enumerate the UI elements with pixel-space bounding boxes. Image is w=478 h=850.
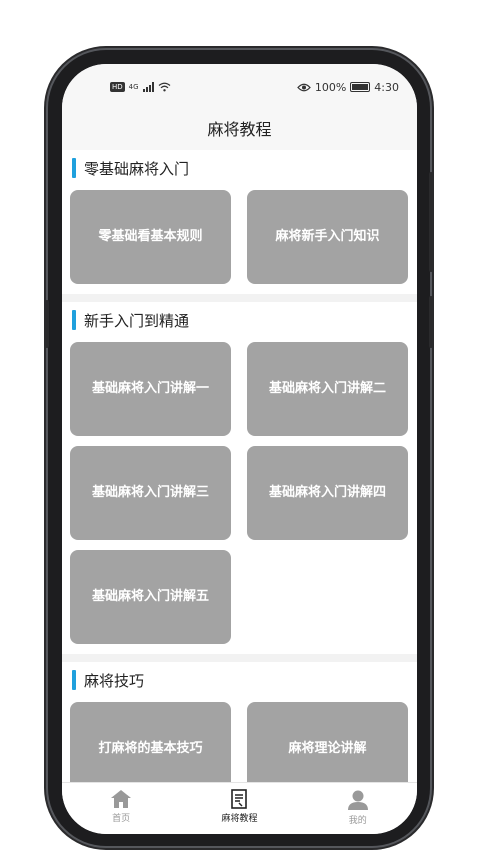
volume-button — [45, 300, 49, 348]
eye-icon — [297, 83, 311, 91]
side-button — [429, 172, 433, 272]
user-icon — [347, 790, 368, 810]
section-title: 零基础麻将入门 — [84, 159, 190, 178]
clock: 4:30 — [374, 80, 399, 94]
tab-mine[interactable]: 我的 — [313, 789, 403, 826]
card-label: 基础麻将入门讲解一 — [92, 381, 210, 396]
card-label: 基础麻将入门讲解五 — [92, 589, 210, 604]
tutorial-card[interactable]: 打麻将的基本技巧 — [70, 702, 231, 782]
home-icon — [111, 790, 132, 808]
tab-tutorial[interactable]: 麻将教程 — [194, 789, 284, 824]
section-accent-bar — [72, 310, 76, 330]
section-accent-bar — [72, 670, 76, 690]
card-label: 零基础看基本规则 — [98, 229, 203, 244]
tutorial-card[interactable]: 零基础看基本规则 — [70, 190, 231, 284]
screen: HD 4G 100% 4:30 麻将教程 零基础麻将入门 零基础看基本规则 麻将… — [62, 64, 417, 834]
tutorial-card[interactable]: 基础麻将入门讲解四 — [247, 446, 408, 540]
battery-icon — [350, 82, 371, 92]
section-tips: 麻将技巧 打麻将的基本技巧 麻将理论讲解 — [62, 662, 417, 782]
page-title: 麻将教程 — [62, 110, 417, 150]
tutorial-card[interactable]: 基础麻将入门讲解五 — [70, 550, 231, 644]
tutorial-card[interactable]: 基础麻将入门讲解三 — [70, 446, 231, 540]
tutorial-list[interactable]: 零基础麻将入门 零基础看基本规则 麻将新手入门知识 新手入门到精通 基础麻将入门… — [62, 150, 417, 782]
card-label: 打麻将的基本技巧 — [98, 741, 203, 756]
section-header: 新手入门到精通 — [70, 302, 409, 338]
status-bar: HD 4G 100% 4:30 — [62, 64, 417, 110]
book-icon — [231, 789, 248, 809]
tutorial-card[interactable]: 麻将理论讲解 — [247, 702, 408, 782]
tab-label: 我的 — [348, 816, 367, 826]
battery-percent: 100% — [314, 80, 347, 94]
card-label: 基础麻将入门讲解二 — [269, 381, 387, 396]
tab-label: 麻将教程 — [221, 814, 258, 824]
section-advanced: 新手入门到精通 基础麻将入门讲解一 基础麻将入门讲解二 基础麻将入门讲解三 基础… — [62, 302, 417, 654]
signal-icon — [142, 82, 154, 92]
tutorial-card[interactable]: 麻将新手入门知识 — [247, 190, 408, 284]
wifi-icon — [158, 82, 170, 92]
section-title: 麻将技巧 — [84, 671, 145, 690]
section-accent-bar — [72, 158, 76, 178]
tab-home[interactable]: 首页 — [76, 789, 166, 824]
tutorial-card[interactable]: 基础麻将入门讲解二 — [247, 342, 408, 436]
card-label: 基础麻将入门讲解三 — [92, 485, 210, 500]
tab-label: 首页 — [112, 814, 131, 824]
card-label: 基础麻将入门讲解四 — [269, 485, 387, 500]
signal-type: 4G — [128, 83, 139, 91]
section-title: 新手入门到精通 — [84, 311, 190, 330]
card-label: 麻将新手入门知识 — [275, 229, 380, 244]
section-header: 零基础麻将入门 — [70, 150, 409, 186]
tab-bar: 首页 麻将教程 我的 — [62, 782, 417, 834]
card-label: 麻将理论讲解 — [288, 741, 367, 756]
hd-badge: HD — [110, 82, 125, 92]
power-button — [429, 296, 433, 348]
section-beginner: 零基础麻将入门 零基础看基本规则 麻将新手入门知识 — [62, 150, 417, 294]
tutorial-card[interactable]: 基础麻将入门讲解一 — [70, 342, 231, 436]
section-header: 麻将技巧 — [70, 662, 409, 698]
